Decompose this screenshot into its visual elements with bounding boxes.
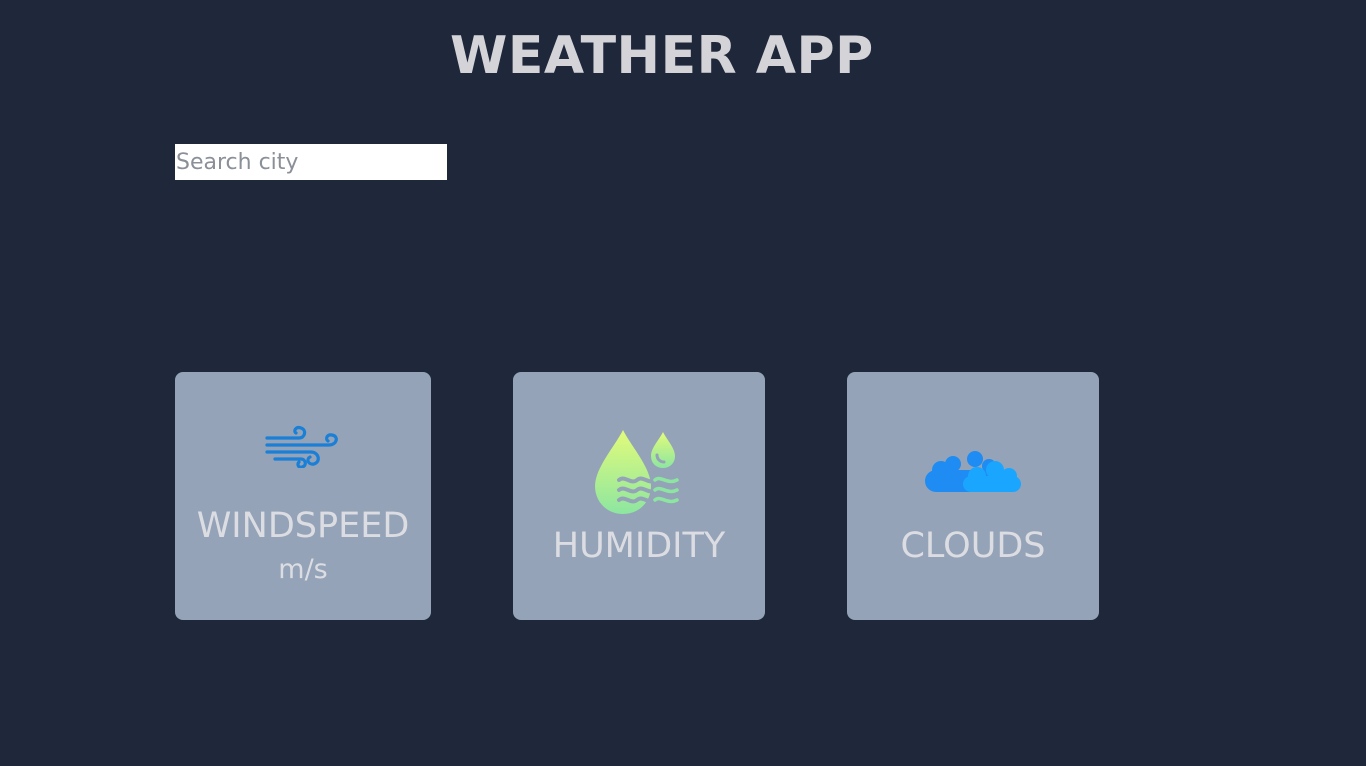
- wind-icon: [175, 424, 431, 468]
- humidity-label: HUMIDITY: [552, 526, 726, 566]
- windspeed-label: WINDSPEED: [196, 506, 410, 546]
- weather-app-page: WEATHER APP WINDSPEED m/s: [0, 0, 1366, 766]
- clouds-icon: [847, 450, 1099, 494]
- humidity-drops-icon: [513, 428, 765, 516]
- clouds-label: CLOUDS: [900, 526, 1046, 566]
- page-title: WEATHER APP: [450, 26, 874, 86]
- clouds-card: CLOUDS: [847, 372, 1099, 620]
- windspeed-card: WINDSPEED m/s: [175, 372, 431, 620]
- humidity-card: HUMIDITY: [513, 372, 765, 620]
- search-city-input[interactable]: [175, 144, 447, 180]
- windspeed-unit: m/s: [278, 554, 328, 585]
